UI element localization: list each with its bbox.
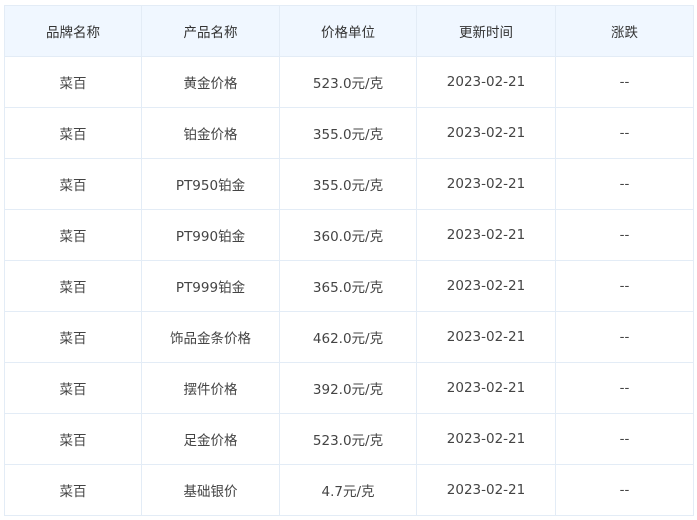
cell-price: 360.0元/克: [279, 209, 417, 261]
table-body: 菜百 黄金价格 523.0元/克 2023-02-21 -- 菜百 铂金价格 355.0元/克…: [4, 56, 694, 516]
table-row: 菜百 PT990铂金 360.0元/克 2023-02-21 --: [4, 209, 694, 261]
cell-date: 2023-02-21: [416, 464, 556, 516]
table-row: 菜百 PT950铂金 355.0元/克 2023-02-21 --: [4, 158, 694, 210]
price-table: 品牌名称 产品名称 价格单位 更新时间 涨跌 菜百 黄金价格 523.0元/克 202…: [4, 5, 694, 516]
cell-change: --: [555, 260, 694, 312]
table-header: 品牌名称 产品名称 价格单位 更新时间 涨跌: [4, 5, 694, 57]
cell-change: --: [555, 107, 694, 159]
cell-change: --: [555, 464, 694, 516]
header-update-time: 更新时间: [416, 5, 556, 57]
cell-price: 462.0元/克: [279, 311, 417, 363]
cell-product: 铂金价格: [141, 107, 280, 159]
cell-date: 2023-02-21: [416, 413, 556, 465]
table-row: 菜百 PT999铂金 365.0元/克 2023-02-21 --: [4, 260, 694, 312]
cell-product: 饰品金条价格: [141, 311, 280, 363]
cell-brand: 菜百: [4, 107, 142, 159]
cell-change: --: [555, 362, 694, 414]
cell-change: --: [555, 311, 694, 363]
cell-price: 392.0元/克: [279, 362, 417, 414]
cell-price: 4.7元/克: [279, 464, 417, 516]
header-product: 产品名称: [141, 5, 280, 57]
cell-date: 2023-02-21: [416, 56, 556, 108]
header-change: 涨跌: [555, 5, 694, 57]
cell-date: 2023-02-21: [416, 311, 556, 363]
cell-product: 足金价格: [141, 413, 280, 465]
cell-brand: 菜百: [4, 311, 142, 363]
cell-price: 523.0元/克: [279, 56, 417, 108]
cell-date: 2023-02-21: [416, 362, 556, 414]
cell-brand: 菜百: [4, 464, 142, 516]
table-row: 菜百 摆件价格 392.0元/克 2023-02-21 --: [4, 362, 694, 414]
cell-product: 摆件价格: [141, 362, 280, 414]
cell-brand: 菜百: [4, 413, 142, 465]
cell-date: 2023-02-21: [416, 158, 556, 210]
cell-brand: 菜百: [4, 362, 142, 414]
cell-product: PT999铂金: [141, 260, 280, 312]
cell-price: 523.0元/克: [279, 413, 417, 465]
cell-change: --: [555, 413, 694, 465]
header-brand: 品牌名称: [4, 5, 142, 57]
cell-product: PT950铂金: [141, 158, 280, 210]
table-row: 菜百 饰品金条价格 462.0元/克 2023-02-21 --: [4, 311, 694, 363]
header-price-unit: 价格单位: [279, 5, 417, 57]
cell-change: --: [555, 56, 694, 108]
cell-price: 355.0元/克: [279, 107, 417, 159]
cell-product: 基础银价: [141, 464, 280, 516]
cell-price: 355.0元/克: [279, 158, 417, 210]
table-row: 菜百 黄金价格 523.0元/克 2023-02-21 --: [4, 56, 694, 108]
cell-brand: 菜百: [4, 158, 142, 210]
header-row: 品牌名称 产品名称 价格单位 更新时间 涨跌: [4, 5, 694, 57]
cell-date: 2023-02-21: [416, 209, 556, 261]
table-row: 菜百 基础银价 4.7元/克 2023-02-21 --: [4, 464, 694, 516]
cell-brand: 菜百: [4, 260, 142, 312]
cell-date: 2023-02-21: [416, 260, 556, 312]
table-row: 菜百 铂金价格 355.0元/克 2023-02-21 --: [4, 107, 694, 159]
cell-change: --: [555, 209, 694, 261]
cell-brand: 菜百: [4, 56, 142, 108]
table-row: 菜百 足金价格 523.0元/克 2023-02-21 --: [4, 413, 694, 465]
cell-product: PT990铂金: [141, 209, 280, 261]
cell-product: 黄金价格: [141, 56, 280, 108]
cell-change: --: [555, 158, 694, 210]
cell-price: 365.0元/克: [279, 260, 417, 312]
cell-date: 2023-02-21: [416, 107, 556, 159]
cell-brand: 菜百: [4, 209, 142, 261]
